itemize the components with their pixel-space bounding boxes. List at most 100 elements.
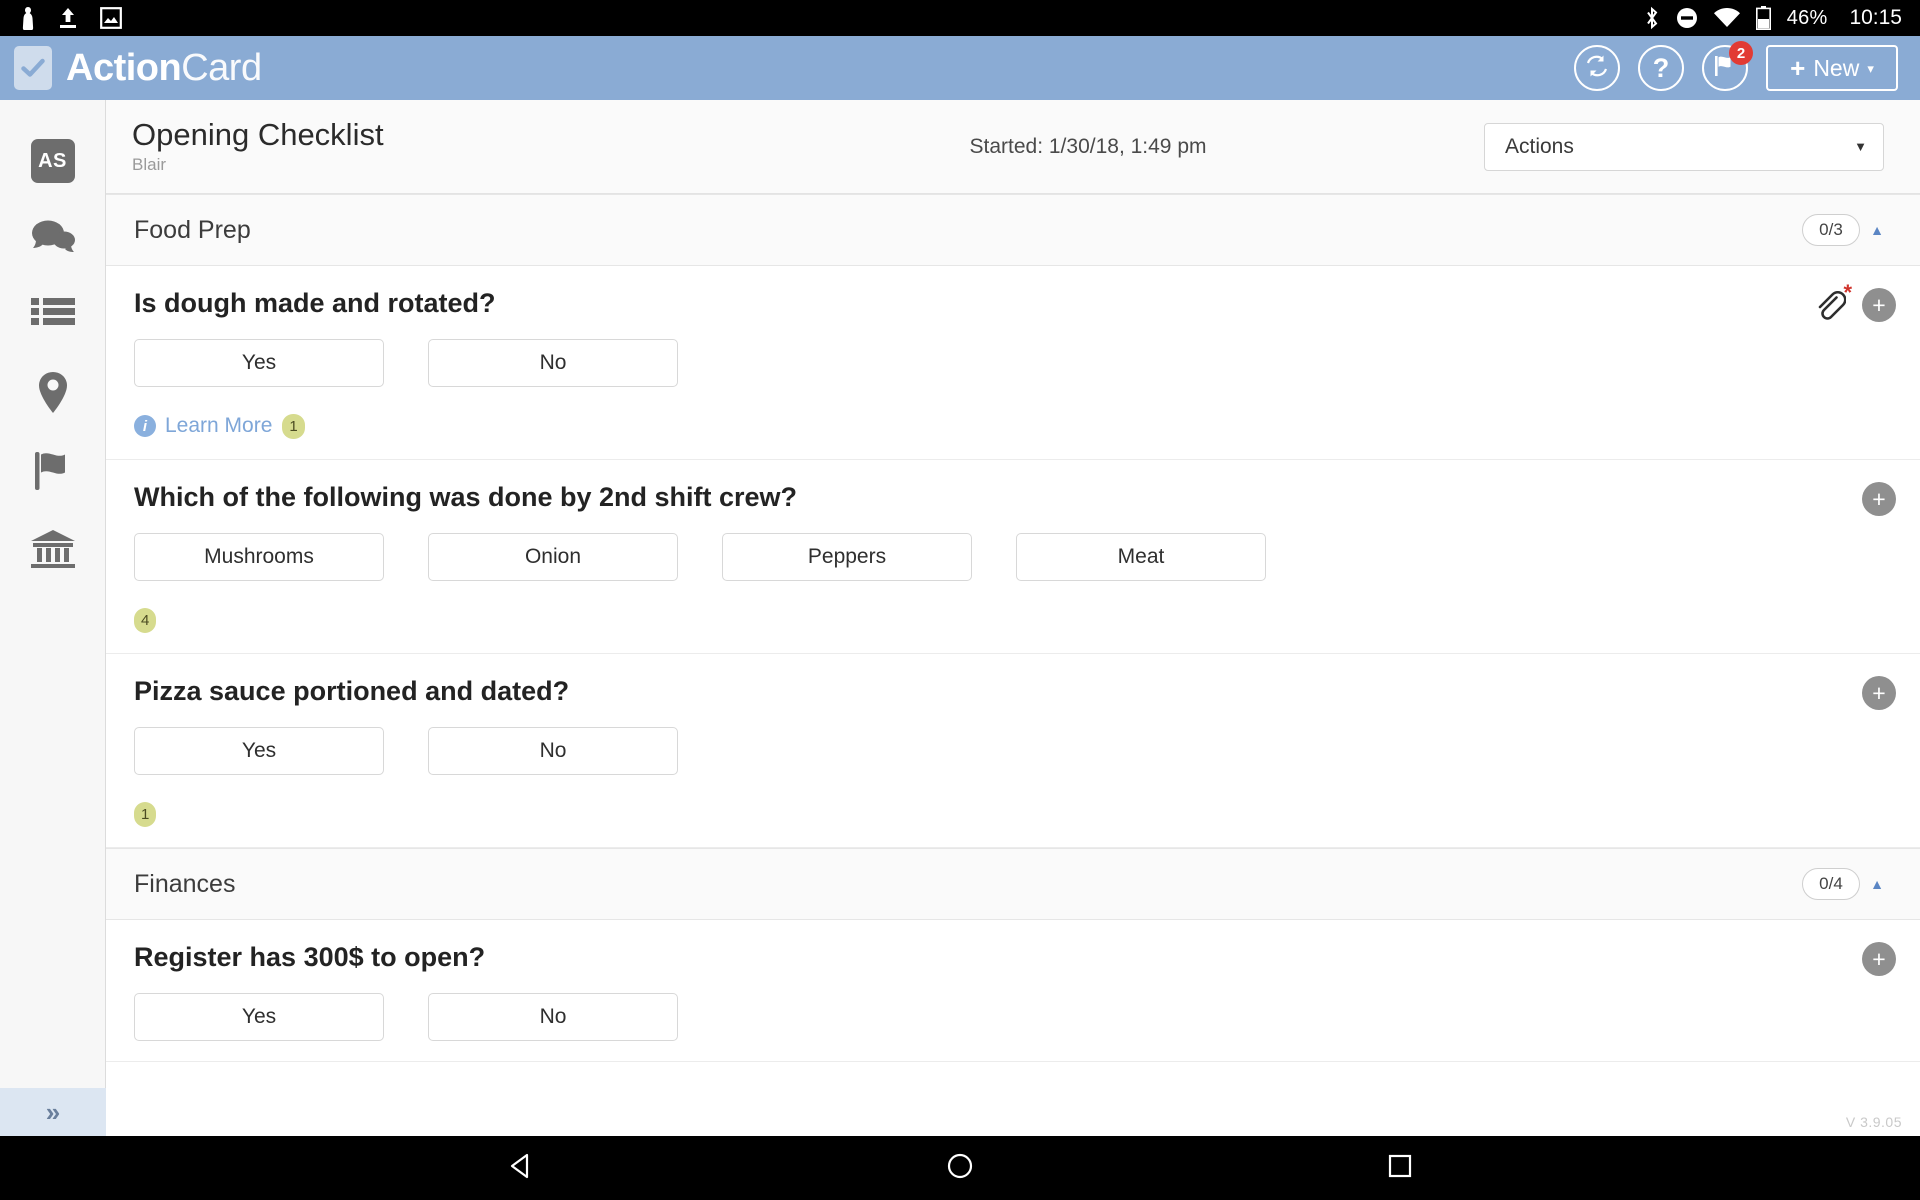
question-item: Is dough made and rotated? Yes No i Lear… bbox=[106, 266, 1920, 460]
answer-option-no[interactable]: No bbox=[428, 339, 678, 387]
add-note-button[interactable]: + bbox=[1862, 482, 1896, 516]
info-icon: i bbox=[134, 415, 156, 437]
answer-options: Yes No bbox=[134, 993, 1894, 1041]
add-note-button[interactable]: + bbox=[1862, 676, 1896, 710]
sidebar-item-account[interactable]: AS bbox=[0, 122, 106, 200]
app-logo[interactable]: ActionCard bbox=[14, 46, 262, 90]
answer-option-no[interactable]: No bbox=[428, 993, 678, 1041]
answer-option-yes[interactable]: Yes bbox=[134, 339, 384, 387]
battery-icon bbox=[1755, 6, 1771, 30]
new-button-label: New bbox=[1813, 54, 1860, 81]
answer-option-mushrooms[interactable]: Mushrooms bbox=[134, 533, 384, 581]
sync-icon bbox=[1584, 53, 1610, 84]
answer-option-onion[interactable]: Onion bbox=[428, 533, 678, 581]
double-chevron-right-icon: » bbox=[45, 1096, 61, 1127]
required-asterisk-icon: * bbox=[1843, 280, 1852, 305]
clock: 10:15 bbox=[1849, 6, 1902, 29]
flag-badge: 2 bbox=[1729, 41, 1753, 65]
add-note-button[interactable]: + bbox=[1862, 288, 1896, 322]
question-text: Register has 300$ to open? bbox=[134, 942, 486, 972]
actions-dropdown-label: Actions bbox=[1505, 134, 1574, 158]
checklist-scroll-area[interactable]: Food Prep 0/3 ▲ Is dough made and rotate… bbox=[106, 194, 1920, 1136]
back-button[interactable] bbox=[490, 1148, 550, 1188]
question-item: Which of the following was done by 2nd s… bbox=[106, 460, 1920, 654]
section-count-badge: 0/3 bbox=[1802, 214, 1860, 246]
sync-button[interactable] bbox=[1574, 45, 1620, 91]
question-mark-icon: ? bbox=[1652, 52, 1670, 83]
answer-option-yes[interactable]: Yes bbox=[134, 993, 384, 1041]
image-icon bbox=[100, 7, 122, 29]
brand-wordmark: ActionCard bbox=[66, 49, 262, 87]
question-tools: + bbox=[1862, 676, 1896, 710]
help-button[interactable]: ? bbox=[1638, 45, 1684, 91]
answer-option-yes[interactable]: Yes bbox=[134, 727, 384, 775]
question-item: Register has 300$ to open? Yes No + bbox=[106, 920, 1920, 1062]
sidebar-item-messages[interactable] bbox=[0, 200, 106, 278]
sidebar-item-locations[interactable] bbox=[0, 356, 106, 434]
answer-option-peppers[interactable]: Peppers bbox=[722, 533, 972, 581]
answer-options: Mushrooms Onion Peppers Meat bbox=[134, 533, 1894, 581]
question-text: Is dough made and rotated? bbox=[134, 288, 496, 318]
wifi-icon bbox=[1713, 8, 1740, 28]
add-note-button[interactable]: + bbox=[1862, 942, 1896, 976]
section-header-finances[interactable]: Finances 0/4 ▲ bbox=[106, 848, 1920, 920]
learn-more-badge: 1 bbox=[282, 413, 305, 439]
question-text: Pizza sauce portioned and dated? bbox=[134, 676, 570, 706]
question-item: Pizza sauce portioned and dated? Yes No … bbox=[106, 654, 1920, 848]
bluetooth-icon bbox=[1644, 6, 1660, 30]
section-title: Food Prep bbox=[134, 215, 251, 244]
answer-option-meat[interactable]: Meat bbox=[1016, 533, 1266, 581]
chevron-up-icon[interactable]: ▲ bbox=[1860, 876, 1894, 892]
map-pin-icon bbox=[38, 371, 68, 419]
paperclip-icon bbox=[1812, 290, 1847, 326]
page-title: Opening Checklist bbox=[132, 117, 384, 153]
question-footer: i Learn More 1 bbox=[134, 413, 1894, 439]
avatar: AS bbox=[30, 139, 75, 183]
sidebar-item-flags[interactable] bbox=[0, 434, 106, 512]
question-tools: + bbox=[1862, 942, 1896, 976]
checkbox-check-icon bbox=[14, 46, 52, 90]
section-count-badge: 0/4 bbox=[1802, 868, 1860, 900]
new-button[interactable]: + New ▾ bbox=[1766, 45, 1898, 91]
section-title: Finances bbox=[134, 869, 236, 898]
main-content: Opening Checklist Blair Started: 1/30/18… bbox=[106, 100, 1920, 1136]
battery-percentage: 46% bbox=[1786, 6, 1828, 29]
status-bar-left-icons bbox=[20, 6, 122, 30]
upload-icon bbox=[58, 7, 78, 29]
header-actions: ? 2 + New ▾ bbox=[1574, 41, 1898, 91]
app-body: AS » Opening Checklist Blair Started: 1/… bbox=[0, 100, 1920, 1136]
list-icon bbox=[30, 297, 75, 338]
home-button[interactable] bbox=[930, 1148, 990, 1188]
answer-options: Yes No bbox=[134, 727, 1894, 775]
chevron-down-icon: ▾ bbox=[1867, 60, 1874, 76]
question-tools: * + bbox=[1812, 282, 1896, 322]
started-timestamp: Started: 1/30/18, 1:49 pm bbox=[969, 134, 1207, 158]
section-header-food-prep[interactable]: Food Prep 0/3 ▲ bbox=[106, 194, 1920, 266]
android-screen: 46% 10:15 ActionCard ? 2 + New ▾ AS » Op… bbox=[0, 0, 1920, 1200]
bank-icon bbox=[30, 529, 76, 574]
actions-dropdown[interactable]: Actions ▼ bbox=[1484, 122, 1884, 171]
triangle-back-icon bbox=[507, 1152, 533, 1185]
question-footer: 4 bbox=[134, 607, 1894, 633]
android-status-bar: 46% 10:15 bbox=[0, 0, 1920, 36]
question-badge: 1 bbox=[134, 801, 157, 827]
sidebar-item-checklists[interactable] bbox=[0, 278, 106, 356]
question-tools: + bbox=[1862, 482, 1896, 516]
recents-button[interactable] bbox=[1370, 1148, 1430, 1188]
sidebar-item-corporate[interactable] bbox=[0, 512, 106, 590]
answer-option-no[interactable]: No bbox=[428, 727, 678, 775]
app-header: ActionCard ? 2 + New ▾ bbox=[0, 36, 1920, 100]
sidebar-expand-button[interactable]: » bbox=[0, 1088, 106, 1136]
status-bar-right-icons: 46% 10:15 bbox=[1644, 6, 1902, 30]
chat-bubbles-icon bbox=[30, 218, 76, 261]
flags-button[interactable]: 2 bbox=[1702, 41, 1753, 91]
question-text: Which of the following was done by 2nd s… bbox=[134, 482, 798, 512]
brand-light-text: Card bbox=[181, 47, 262, 89]
learn-more-link[interactable]: i Learn More bbox=[134, 414, 272, 438]
chevron-up-icon[interactable]: ▲ bbox=[1860, 222, 1894, 238]
plus-icon: + bbox=[1790, 53, 1806, 83]
attachment-button[interactable]: * bbox=[1812, 282, 1852, 322]
flag-icon bbox=[33, 450, 73, 497]
brand-bold-text: Action bbox=[66, 47, 182, 89]
do-not-disturb-icon bbox=[1676, 7, 1698, 29]
